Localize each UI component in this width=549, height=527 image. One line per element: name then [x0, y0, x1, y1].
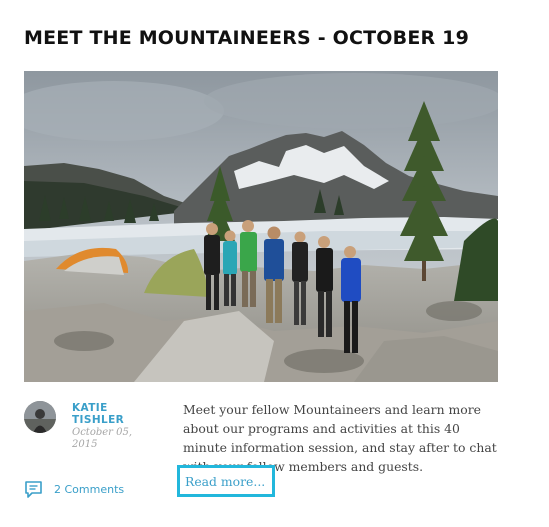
post-title[interactable]: MEET THE MOUNTAINEERS - OCTOBER 19 [24, 27, 469, 49]
author-avatar[interactable] [24, 401, 56, 433]
read-more-link[interactable]: Read more... [185, 474, 265, 489]
comments-link[interactable]: 2 Comments [24, 480, 124, 499]
post-hero-image[interactable] [24, 71, 498, 382]
author-name[interactable]: KATIE TISHLER [72, 402, 152, 426]
post-date: October 05, 2015 [72, 427, 133, 450]
read-more-highlight: Read more... [177, 465, 275, 497]
comments-count: 2 Comments [54, 483, 125, 496]
speech-bubble-icon [24, 480, 43, 499]
